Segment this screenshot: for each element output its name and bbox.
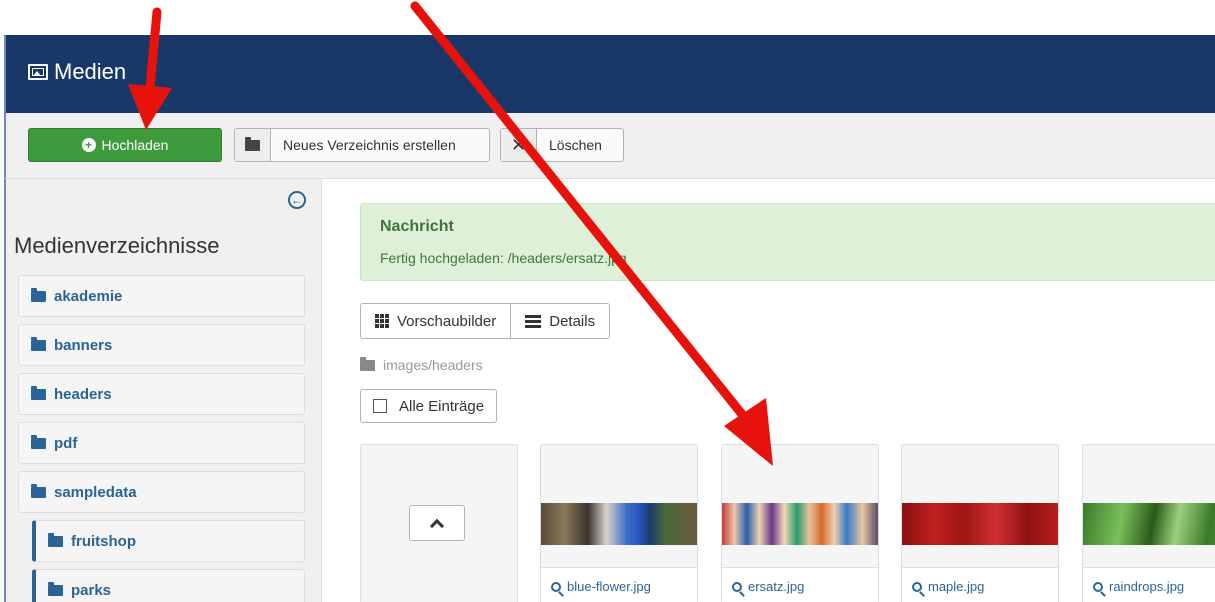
sidebar-item-label: akademie <box>54 287 123 305</box>
file-thumbnail[interactable] <box>1083 503 1215 545</box>
folder-icon <box>31 385 46 400</box>
file-name: raindrops.jpg <box>1109 579 1185 594</box>
select-all-label: Alle Einträge <box>399 397 485 415</box>
screenshot: Medien + Hochladen Neues Verzeichnis ers… <box>0 0 1215 602</box>
file-thumbnail[interactable] <box>722 503 878 545</box>
thumbnails-view-label: Vorschaubilder <box>397 312 497 330</box>
sidebar-item-label: headers <box>54 385 112 403</box>
upload-button[interactable]: + Hochladen <box>28 128 222 162</box>
file-name: ersatz.jpg <box>748 579 805 594</box>
file-caption[interactable]: maple.jpg <box>902 567 1058 602</box>
folder-icon <box>31 336 46 351</box>
main-content: Nachricht Fertig hochgeladen: /headers/e… <box>322 179 1215 602</box>
delete-button-label: Löschen <box>549 137 602 153</box>
file-tile[interactable]: raindrops.jpg <box>1082 444 1215 602</box>
folder-icon <box>31 434 46 449</box>
sidebar-item-pdf[interactable]: pdf <box>18 422 305 464</box>
sidebar-item-label: pdf <box>54 434 78 452</box>
new-folder-button[interactable]: Neues Verzeichnis erstellen <box>234 128 490 162</box>
select-all-checkbox[interactable] <box>373 399 387 413</box>
plus-circle-icon: + <box>81 138 96 152</box>
grid-icon <box>375 314 389 328</box>
file-tile[interactable]: blue-flower.jpg <box>540 444 698 602</box>
folder-icon <box>31 287 46 302</box>
image-icon <box>28 64 48 80</box>
file-caption[interactable]: blue-flower.jpg <box>541 567 697 602</box>
new-folder-button-label: Neues Verzeichnis erstellen <box>283 137 456 153</box>
sidebar-item-akademie[interactable]: akademie <box>18 275 305 317</box>
sidebar-item-label: sampledata <box>54 483 137 501</box>
file-tile[interactable]: ersatz.jpg <box>721 444 879 602</box>
folder-icon <box>360 356 375 371</box>
select-all-button[interactable]: Alle Einträge <box>360 389 498 423</box>
search-icon <box>732 581 742 592</box>
sidebar: ← Medienverzeichnisse akademie banners h… <box>4 179 322 602</box>
up-folder-button[interactable] <box>409 505 465 541</box>
file-thumbnail[interactable] <box>541 503 697 545</box>
folder-icon <box>31 483 46 498</box>
sidebar-item-label: parks <box>71 581 112 599</box>
chevron-up-icon <box>429 518 445 534</box>
thumbnails-view-button[interactable]: Vorschaubilder <box>361 304 510 338</box>
file-caption[interactable]: ersatz.jpg <box>722 567 878 602</box>
folder-icon <box>48 532 63 547</box>
sidebar-item-label: banners <box>54 336 113 354</box>
current-path: images/headers <box>360 356 483 373</box>
folder-icon <box>48 581 63 596</box>
list-icon <box>525 313 542 330</box>
folder-icon <box>235 129 271 161</box>
success-message: Nachricht Fertig hochgeladen: /headers/e… <box>360 203 1215 281</box>
file-tile[interactable]: maple.jpg <box>901 444 1059 602</box>
file-name: blue-flower.jpg <box>567 579 651 594</box>
file-caption[interactable]: raindrops.jpg <box>1083 567 1215 602</box>
file-thumbnail[interactable] <box>902 503 1058 545</box>
file-name: maple.jpg <box>928 579 985 594</box>
search-icon <box>551 581 561 592</box>
upload-button-label: Hochladen <box>101 137 169 153</box>
delete-button[interactable]: ✕ Löschen <box>500 128 624 162</box>
parent-folder-tile <box>360 444 518 602</box>
search-icon <box>1093 581 1103 592</box>
header-bar: Medien <box>4 35 1215 113</box>
sidebar-item-fruitshop[interactable]: fruitshop <box>32 520 305 562</box>
search-icon <box>912 581 922 592</box>
sidebar-item-label: fruitshop <box>71 532 136 550</box>
current-path-text: images/headers <box>383 357 483 373</box>
page-title: Medien <box>54 59 127 84</box>
close-icon: ✕ <box>501 129 537 161</box>
sidebar-title: Medienverzeichnisse <box>14 233 220 258</box>
toolbar: + Hochladen Neues Verzeichnis erstellen … <box>4 113 1215 179</box>
details-view-button[interactable]: Details <box>510 304 609 338</box>
sidebar-item-headers[interactable]: headers <box>18 373 305 415</box>
details-view-label: Details <box>549 312 596 330</box>
sidebar-item-banners[interactable]: banners <box>18 324 305 366</box>
sidebar-item-sampledata[interactable]: sampledata <box>18 471 305 513</box>
collapse-sidebar-icon[interactable]: ← <box>288 191 306 209</box>
sidebar-item-parks[interactable]: parks <box>32 569 305 602</box>
message-heading: Nachricht <box>380 218 454 235</box>
message-text: Fertig hochgeladen: /headers/ersatz.jpg <box>380 250 627 266</box>
view-toggle-group: Vorschaubilder Details <box>360 303 611 339</box>
